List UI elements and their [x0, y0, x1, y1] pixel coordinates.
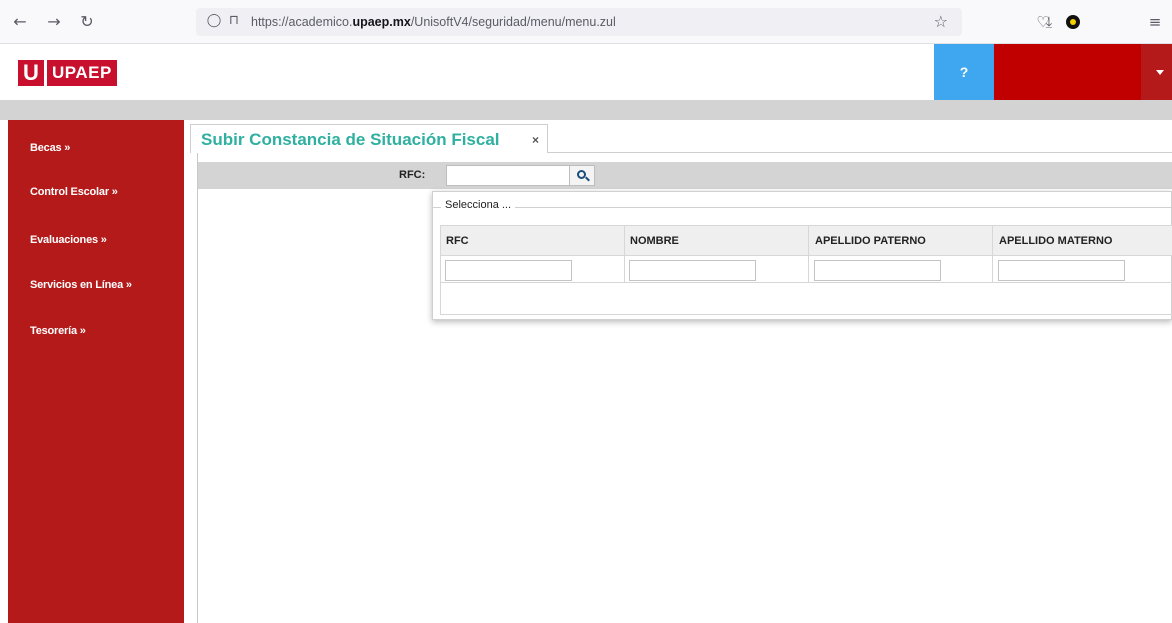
logo-u: U — [18, 60, 44, 86]
popup-legend: Selecciona ... — [441, 199, 516, 211]
rfc-toolbar — [198, 162, 1172, 189]
help-button[interactable]: ? — [934, 44, 994, 100]
sidebar-item-becas[interactable]: Becas » — [30, 142, 70, 154]
lock-icon[interactable]: ⊓ — [226, 13, 242, 29]
user-menu-caret-icon[interactable] — [1141, 44, 1172, 100]
address-bar[interactable]: ◯ ⊓ https://academico.upaep.mx/UnisoftV4… — [196, 8, 962, 36]
column-header-apellido-materno[interactable]: APELLIDO MATERNO — [999, 235, 1112, 247]
tab-title[interactable]: Subir Constancia de Situación Fiscal — [201, 130, 500, 150]
rfc-label: RFC: — [399, 169, 426, 181]
tab-strip-line — [548, 152, 1172, 153]
extension-icon[interactable] — [1066, 15, 1080, 29]
column-header-rfc[interactable]: RFC — [446, 235, 469, 247]
tab-subir-constancia[interactable]: Subir Constancia de Situación Fiscal × — [190, 124, 548, 153]
url-text[interactable]: https://academico.upaep.mx/UnisoftV4/seg… — [251, 15, 616, 29]
column-separator — [808, 226, 809, 282]
download-icon-glyph[interactable]: ⤓ — [1038, 11, 1060, 33]
menu-icon[interactable]: ≡ — [1144, 11, 1166, 33]
column-separator — [992, 226, 993, 282]
sidebar-item-control-escolar[interactable]: Control Escolar » — [30, 186, 118, 198]
filter-nombre-input[interactable] — [629, 260, 756, 281]
browser-toolbar: ← → ↻ ◯ ⊓ https://academico.upaep.mx/Uni… — [0, 0, 1172, 44]
close-icon[interactable]: × — [532, 133, 539, 147]
filter-apellido-materno-input[interactable] — [998, 260, 1125, 281]
upaep-logo[interactable]: U UPAEP — [18, 60, 117, 86]
grid-row-divider — [441, 282, 1172, 283]
sidebar-item-servicios-en-linea[interactable]: Servicios en Línea » — [30, 279, 132, 291]
sidebar-item-evaluaciones[interactable]: Evaluaciones » — [30, 234, 107, 246]
reload-icon[interactable]: ↻ — [77, 12, 97, 32]
search-icon[interactable] — [570, 165, 595, 186]
main-left-border — [197, 152, 198, 623]
column-separator — [624, 226, 625, 282]
sidebar-item-tesoreria[interactable]: Tesorería » — [30, 325, 86, 337]
rfc-input[interactable] — [446, 165, 570, 186]
search-handle — [585, 176, 590, 182]
column-header-apellido-paterno[interactable]: APELLIDO PATERNO — [815, 235, 926, 247]
filter-apellido-paterno-input[interactable] — [814, 260, 941, 281]
user-menu[interactable] — [994, 44, 1141, 100]
back-arrow-icon[interactable]: ← — [10, 12, 30, 32]
logo-text: UPAEP — [47, 60, 117, 86]
app-header: U UPAEP ? — [0, 44, 1172, 100]
header-divider — [0, 100, 1172, 120]
column-header-nombre[interactable]: NOMBRE — [630, 235, 679, 247]
fieldset-border — [433, 207, 1172, 208]
sidebar: Becas » Control Escolar » Evaluaciones »… — [8, 120, 184, 623]
star-icon[interactable]: ☆ — [934, 12, 948, 31]
forward-arrow-icon[interactable]: → — [44, 12, 64, 32]
filter-rfc-input[interactable] — [445, 260, 572, 281]
shield-icon[interactable]: ◯ — [206, 13, 222, 29]
